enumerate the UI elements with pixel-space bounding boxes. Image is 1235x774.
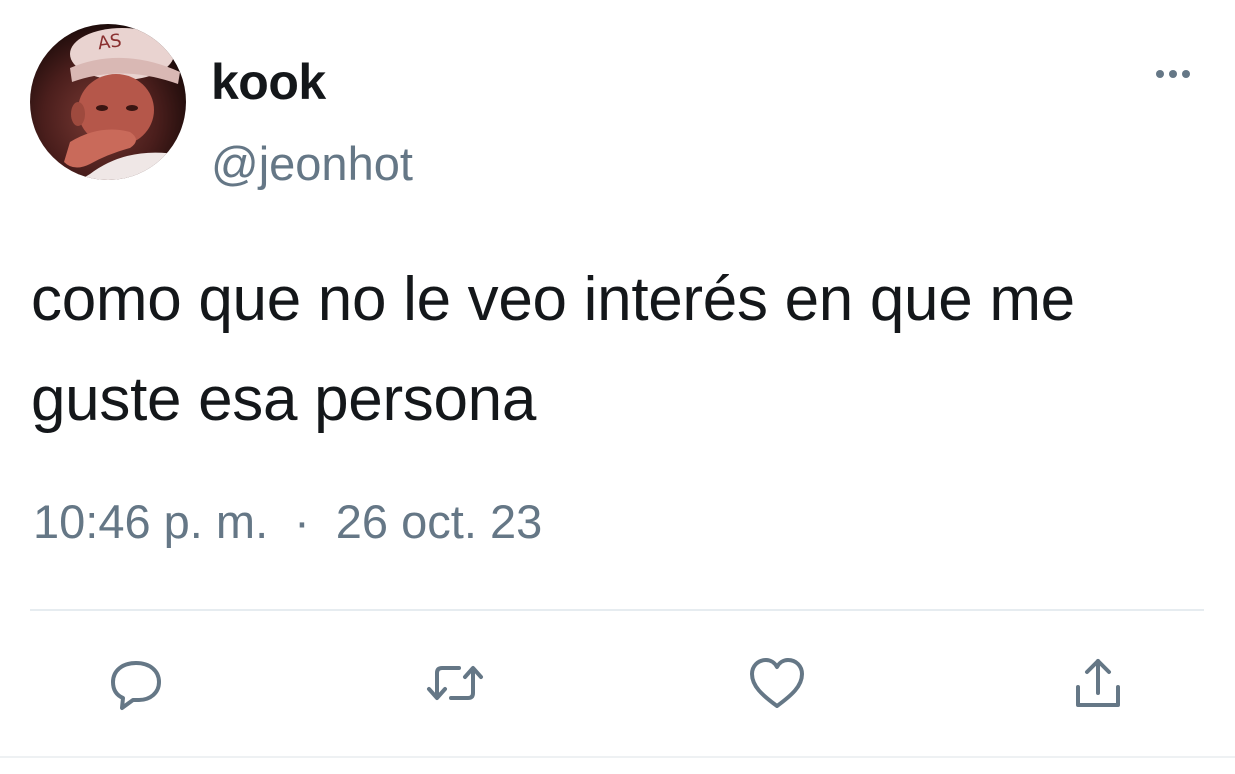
tweet-card: AS kook @jeonhot como que no le veo inte… [0, 0, 1235, 774]
tweet-text: como que no le veo interés en que me gus… [31, 265, 1075, 434]
tweet-date: 26 oct. 23 [335, 495, 543, 548]
timestamp-separator: · [294, 495, 310, 548]
share-icon [1076, 659, 1120, 707]
reply-button[interactable] [101, 648, 171, 718]
more-dot [1182, 70, 1190, 78]
bottom-border [0, 756, 1235, 758]
share-button[interactable] [1063, 648, 1133, 718]
user-handle[interactable]: @jeonhot [211, 134, 413, 194]
retweet-icon [427, 666, 483, 700]
divider [30, 609, 1204, 611]
svg-text:AS: AS [96, 30, 122, 54]
tweet-timestamp[interactable]: 10:46 p. m. · 26 oct. 23 [33, 492, 542, 552]
retweet-button[interactable] [420, 648, 490, 718]
more-options-button[interactable] [1148, 62, 1198, 86]
reply-icon [111, 661, 161, 710]
action-bar [0, 648, 1235, 718]
avatar[interactable]: AS [30, 24, 186, 180]
more-dot [1169, 70, 1177, 78]
heart-icon [750, 658, 804, 708]
tweet-time: 10:46 p. m. [33, 495, 269, 548]
display-name[interactable]: kook [211, 52, 326, 112]
more-horizontal-icon [1156, 70, 1164, 78]
like-button[interactable] [742, 648, 812, 718]
